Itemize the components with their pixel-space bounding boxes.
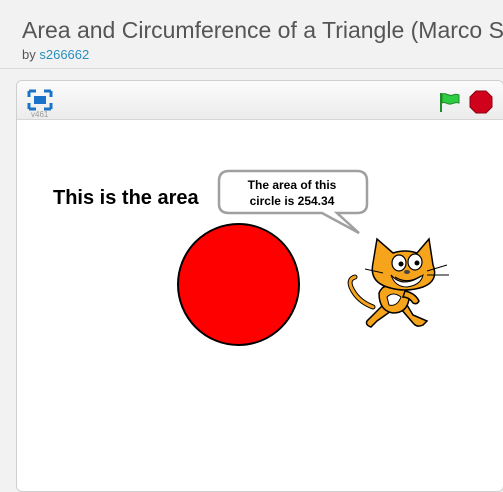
player-controls: v461 <box>17 81 503 120</box>
red-circle <box>177 223 300 346</box>
player-version: v461 <box>31 110 49 119</box>
project-player: v461 This is the area The area of this c… <box>16 80 503 492</box>
byline: by s266662 <box>22 47 89 62</box>
speech-line-2: circle is 254.34 <box>249 194 335 208</box>
green-flag-button[interactable] <box>437 91 461 113</box>
project-title: Area and Circumference of a Triangle (Ma… <box>22 17 503 43</box>
scratch-cat[interactable] <box>343 235 455 335</box>
by-label: by <box>22 47 36 62</box>
green-flag-icon <box>440 93 460 112</box>
author-link[interactable]: s266662 <box>39 47 89 62</box>
speech-text: The area of this circle is 254.34 <box>222 177 362 209</box>
stage[interactable]: This is the area The area of this circle… <box>17 120 503 491</box>
header-divider <box>0 68 503 69</box>
fullscreen-icon <box>27 89 53 111</box>
stop-sign-icon <box>469 90 493 114</box>
stop-button[interactable] <box>469 90 493 114</box>
fullscreen-button[interactable] <box>27 89 53 111</box>
speech-line-1: The area of this <box>247 178 337 192</box>
stage-heading: This is the area <box>53 187 199 209</box>
